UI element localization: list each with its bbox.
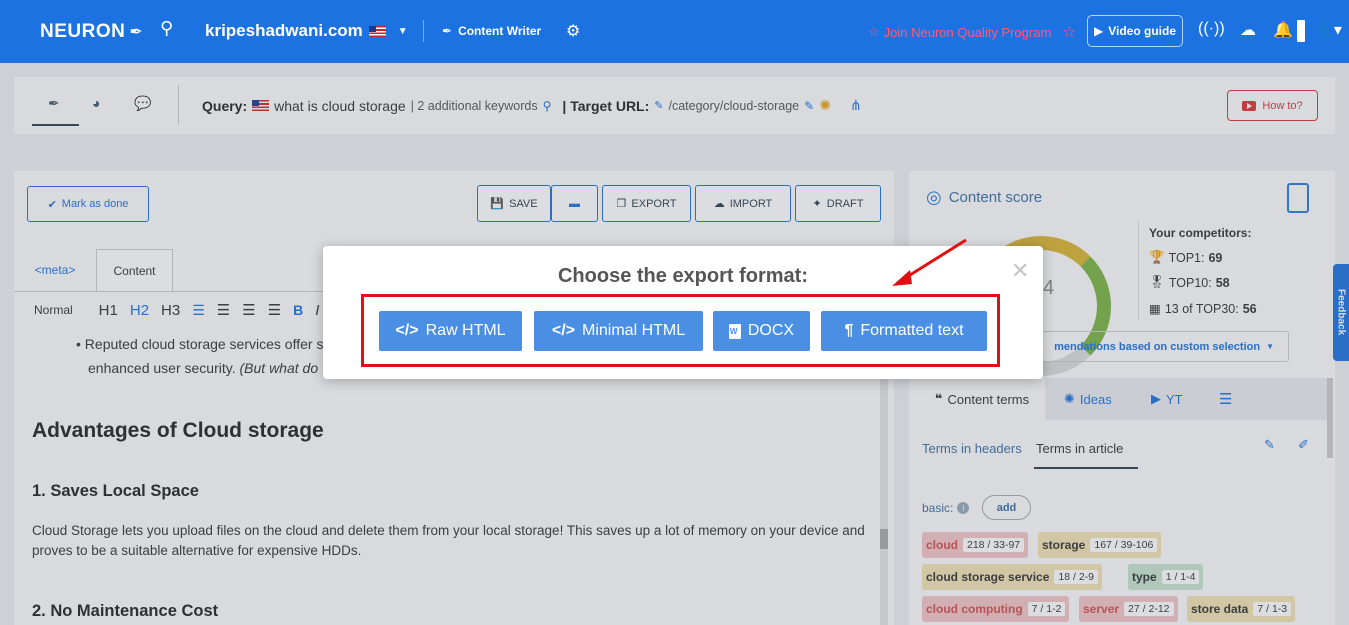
search-icon[interactable]: ⚲ [160,18,173,39]
join-quality-program-link[interactable]: ☆ Join Neuron Quality Program [868,24,1051,40]
formatted-text-button[interactable]: ¶ Formatted text [821,311,987,351]
neuron-logo[interactable]: NEURON ✒ [40,21,143,43]
youtube-icon: ▶ [1093,24,1104,38]
nav-divider [423,20,424,42]
star-icon: ☆ [868,24,880,39]
status-bar-icon [1297,20,1305,42]
code-icon: </> [395,322,419,339]
domain-selector[interactable]: kripeshadwani.com ▼ [205,21,408,41]
feather-icon: ✒ [129,24,144,41]
feather-icon: ✒ [442,24,453,38]
top-navbar: NEURON ✒ ⚲ kripeshadwani.com ▼ ✒ Content W… [0,0,1349,63]
gears-icon[interactable]: ⚙ [566,21,580,41]
broadcast-icon[interactable]: ((·)) [1198,20,1225,38]
word-file-icon [728,323,741,339]
us-flag-icon [368,25,386,37]
user-avatar-icon[interactable]: 👤▾ [1314,20,1342,40]
chevron-down-icon: ▼ [397,25,408,37]
minimal-html-button[interactable]: </> Minimal HTML [534,311,703,351]
content-writer-link[interactable]: ✒ Content Writer [442,24,541,38]
docx-button[interactable]: DOCX [713,311,810,351]
close-icon[interactable]: ✕ [1011,258,1029,284]
paragraph-icon: ¶ [844,322,854,339]
annotation-arrow-icon [892,238,967,286]
raw-html-button[interactable]: </> Raw HTML [379,311,522,351]
chat-icon[interactable]: ☁ [1240,20,1256,40]
video-guide-button[interactable]: ▶ Video guide [1087,15,1183,47]
bell-icon[interactable]: 🔔 [1273,20,1293,40]
code-icon: </> [551,322,575,339]
domain-name: kripeshadwani.com [205,21,363,40]
favorite-star-icon[interactable]: ☆ [1062,22,1076,42]
